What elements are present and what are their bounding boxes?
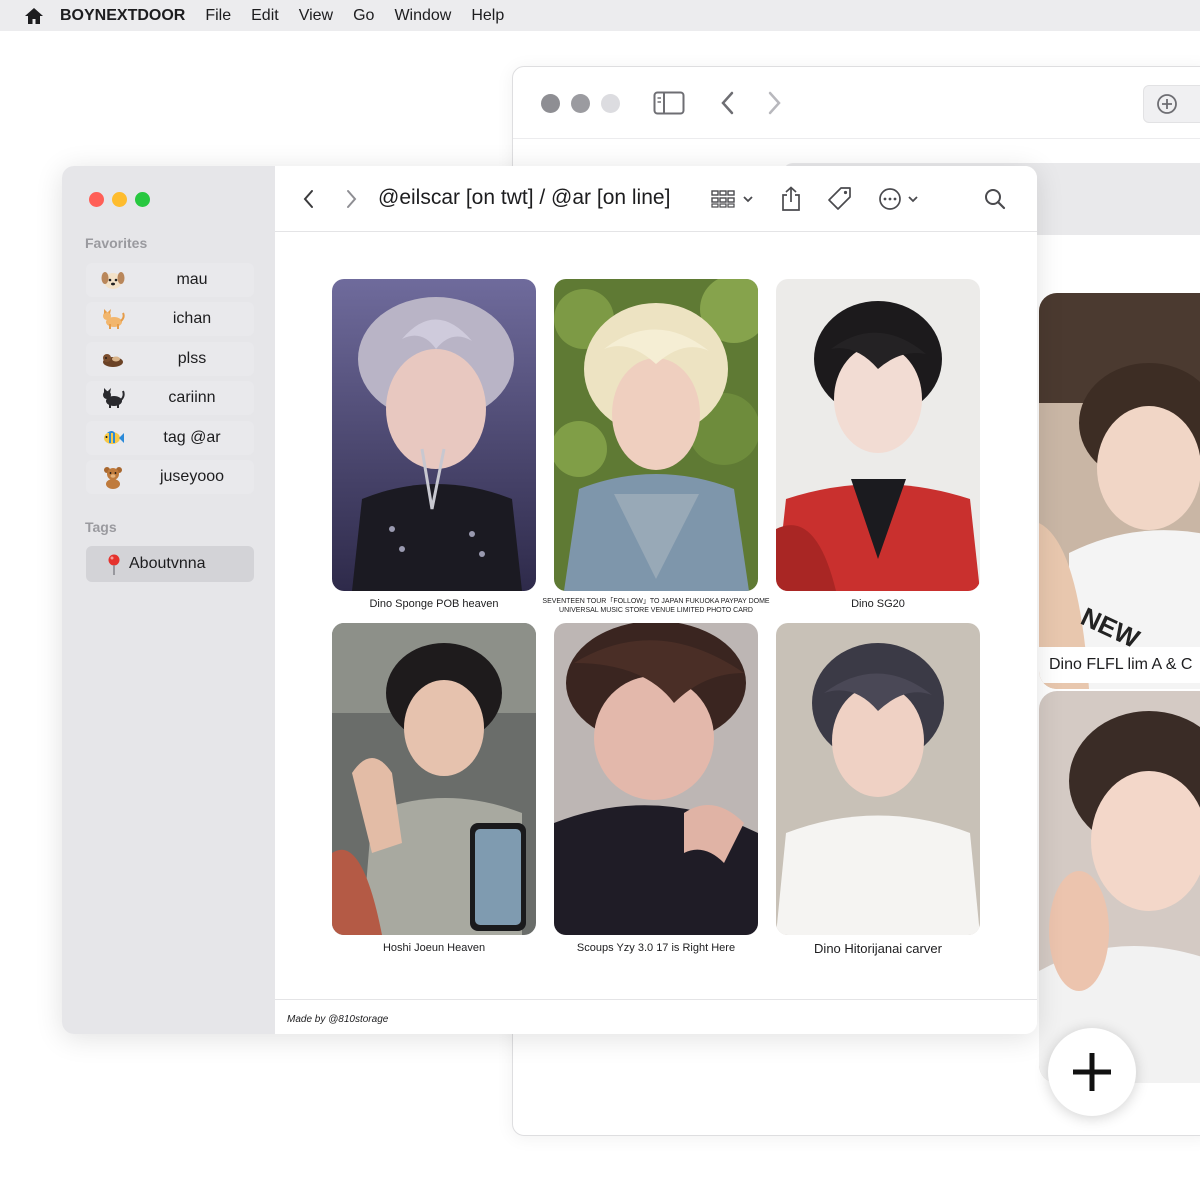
back-chevron-left-icon[interactable]: [717, 89, 737, 122]
chevron-down-icon: [908, 196, 918, 203]
photocard-image: NEW: [1039, 293, 1200, 689]
photocard[interactable]: [554, 279, 758, 591]
back-zoom-button[interactable]: [601, 94, 620, 113]
photocard[interactable]: [776, 623, 980, 935]
menu-go[interactable]: Go: [353, 7, 374, 25]
tag-icon[interactable]: [827, 166, 853, 232]
photocard[interactable]: [776, 279, 980, 591]
plus-icon: [1073, 1053, 1111, 1091]
photocard-caption: SEVENTEEN TOUR「FOLLOW」TO JAPAN FUKUOKA P…: [540, 597, 772, 616]
chevron-left-icon[interactable]: [299, 166, 319, 232]
photocard-image: [332, 623, 536, 935]
finder-window: Favorites mau ichan plss cariinn tag @ar…: [62, 166, 1037, 1034]
sidebar-item-cariinn[interactable]: cariinn: [86, 381, 254, 415]
sidebar-item-label: mau: [176, 271, 208, 288]
chevron-down-icon: [743, 196, 753, 203]
back-photocard[interactable]: NEW Dino FLFL lim A & C: [1039, 293, 1200, 689]
back-close-button[interactable]: [541, 94, 560, 113]
sidebar-item-label: tag @ar: [163, 429, 221, 446]
back-photocard[interactable]: [1039, 691, 1200, 1083]
tropical-fish-icon: [100, 425, 126, 451]
sidebar-item-juseyooo[interactable]: juseyooo: [86, 460, 254, 494]
dog-face-icon: [100, 267, 126, 293]
black-cat-icon: [100, 385, 126, 411]
search-icon[interactable]: [983, 166, 1007, 232]
sidebar-item-label: plss: [177, 350, 207, 367]
sidebar-item-label: juseyooo: [159, 468, 225, 485]
home-icon[interactable]: [24, 6, 44, 26]
add-button[interactable]: [1048, 1028, 1136, 1116]
photocard-image: [554, 279, 758, 591]
sidebar-toggle-icon[interactable]: [653, 91, 685, 120]
more-actions-button[interactable]: [878, 166, 920, 232]
back-photocard-caption: Dino FLFL lim A & C: [1039, 647, 1200, 683]
minimize-button[interactable]: [112, 192, 127, 207]
round-pushpin-icon: [106, 554, 122, 581]
new-tab-button[interactable]: [1143, 85, 1200, 123]
back-chevron-right-icon[interactable]: [765, 89, 785, 122]
menu-bar: BOYNEXTDOOR File Edit View Go Window Hel…: [0, 0, 1200, 31]
sidebar-tag-aboutvnna[interactable]: Aboutvnna: [86, 546, 254, 582]
close-button[interactable]: [89, 192, 104, 207]
photocard-image: [776, 623, 980, 935]
menu-window[interactable]: Window: [394, 7, 451, 25]
divider: [275, 999, 1037, 1000]
sidebar-item-ichan[interactable]: ichan: [86, 302, 254, 336]
photocard-caption-line2: UNIVERSAL MUSIC STORE VENUE LIMITED PHOT…: [559, 607, 753, 615]
app-name[interactable]: BOYNEXTDOOR: [60, 7, 185, 25]
content-area: Dino Sponge POB heaven SEVENTEEN TOUR「FO…: [275, 232, 1037, 1034]
zoom-button[interactable]: [135, 192, 150, 207]
window-title: @eilscar [on twt] / @ar [on line]: [378, 186, 671, 209]
otter-icon: [100, 346, 126, 372]
sidebar-item-mau[interactable]: mau: [86, 263, 254, 297]
finder-toolbar: @eilscar [on twt] / @ar [on line]: [275, 166, 1037, 232]
grid-view-icon: [711, 190, 735, 208]
favorites-heading: Favorites: [85, 235, 148, 251]
cat-icon: [100, 306, 126, 332]
ellipsis-circle-icon: [879, 188, 901, 210]
photocard-image: [1039, 691, 1200, 1083]
photocard-caption: Hoshi Joeun Heaven: [382, 942, 486, 954]
back-window-toolbar: [513, 67, 1200, 139]
photocard[interactable]: [332, 623, 536, 935]
photocard-image: [332, 279, 536, 591]
sidebar: Favorites mau ichan plss cariinn tag @ar…: [62, 166, 275, 1034]
sidebar-item-label: cariinn: [168, 389, 216, 406]
menu-edit[interactable]: Edit: [251, 7, 279, 25]
menu-file[interactable]: File: [205, 7, 231, 25]
sidebar-item-plss[interactable]: plss: [86, 342, 254, 376]
photocard-image: [776, 279, 980, 591]
plus-circle-icon: [1157, 94, 1177, 114]
photocard-caption: Dino Sponge POB heaven: [369, 598, 499, 610]
sidebar-item-label: ichan: [172, 310, 212, 327]
photocard-caption-line1: SEVENTEEN TOUR「FOLLOW」TO JAPAN FUKUOKA P…: [542, 598, 770, 605]
sidebar-item-tag-ar[interactable]: tag @ar: [86, 421, 254, 455]
menu-help[interactable]: Help: [471, 7, 504, 25]
sidebar-tag-label: Aboutvnna: [129, 555, 206, 572]
share-icon[interactable]: [780, 166, 802, 232]
view-options-button[interactable]: [711, 166, 755, 232]
back-minimize-button[interactable]: [571, 94, 590, 113]
tags-heading: Tags: [85, 519, 117, 535]
credit-text: Made by @810storage: [287, 1014, 389, 1025]
photocard-caption: Dino SG20: [851, 598, 905, 610]
photocard-image: [554, 623, 758, 935]
photocard[interactable]: [332, 279, 536, 591]
photocard[interactable]: [554, 623, 758, 935]
menu-view[interactable]: View: [299, 7, 333, 25]
photocard-caption: Dino Hitorijanai carver: [814, 941, 942, 956]
chevron-right-icon[interactable]: [341, 166, 361, 232]
photocard-caption: Scoups Yzy 3.0 17 is Right Here: [576, 942, 736, 954]
teddy-bear-icon: [100, 464, 126, 490]
